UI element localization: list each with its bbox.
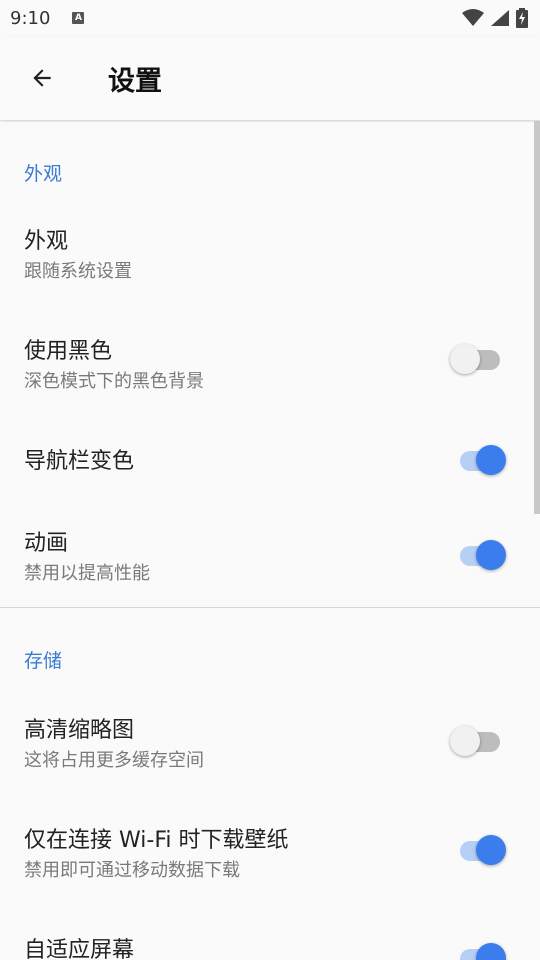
wifi-icon xyxy=(462,9,484,26)
setting-nav-bar-color[interactable]: 导航栏变色 xyxy=(0,427,540,517)
setting-title: 导航栏变色 xyxy=(24,449,135,474)
setting-subtitle: 深色模式下的黑色背景 xyxy=(24,371,204,392)
setting-title: 高清缩略图 xyxy=(24,718,135,743)
setting-animation[interactable]: 动画 禁用以提高性能 xyxy=(0,509,540,609)
setting-title: 使用黑色 xyxy=(24,339,113,364)
section-header-storage: 存储 xyxy=(24,650,63,672)
setting-subtitle: 禁用即可通过移动数据下载 xyxy=(24,860,240,881)
animation-toggle[interactable] xyxy=(460,537,512,570)
page-title: 设置 xyxy=(108,65,162,97)
setting-subtitle: 这将占用更多缓存空间 xyxy=(24,750,204,771)
adaptive-screen-toggle[interactable] xyxy=(460,940,512,960)
status-bar: 9:10 A xyxy=(0,0,540,36)
notification-a-icon: A xyxy=(72,12,85,24)
setting-title: 自适应屏幕 xyxy=(24,938,135,960)
app-bar: 设置 xyxy=(0,36,540,120)
use-black-toggle[interactable] xyxy=(450,341,512,374)
setting-hd-thumbnails[interactable]: 高清缩略图 这将占用更多缓存空间 xyxy=(0,696,540,796)
back-button[interactable] xyxy=(20,56,64,100)
setting-subtitle: 禁用以提高性能 xyxy=(24,563,150,584)
setting-appearance[interactable]: 外观 跟随系统设置 xyxy=(0,207,540,307)
wifi-only-download-toggle[interactable] xyxy=(460,832,512,865)
section-header-appearance: 外观 xyxy=(24,163,63,185)
setting-use-black[interactable]: 使用黑色 深色模式下的黑色背景 xyxy=(0,317,540,417)
settings-list-storage: 存储 高清缩略图 这将占用更多缓存空间 仅在连接 Wi-Fi 时下载壁纸 禁用即… xyxy=(0,608,540,960)
hd-thumbnails-toggle[interactable] xyxy=(450,723,512,756)
battery-charging-icon xyxy=(516,8,528,28)
setting-wifi-only-download[interactable]: 仅在连接 Wi-Fi 时下载壁纸 禁用即可通过移动数据下载 xyxy=(0,806,540,906)
setting-title: 仅在连接 Wi-Fi 时下载壁纸 xyxy=(24,828,289,853)
scrollbar[interactable] xyxy=(534,121,540,514)
nav-bar-color-toggle[interactable] xyxy=(460,442,512,475)
setting-title: 动画 xyxy=(24,531,69,556)
cell-signal-icon xyxy=(491,10,509,26)
setting-adaptive-screen[interactable]: 自适应屏幕 xyxy=(0,916,540,960)
setting-subtitle: 跟随系统设置 xyxy=(24,261,132,282)
setting-title: 外观 xyxy=(24,229,69,254)
status-time: 9:10 xyxy=(10,7,51,29)
arrow-left-icon xyxy=(33,69,51,87)
